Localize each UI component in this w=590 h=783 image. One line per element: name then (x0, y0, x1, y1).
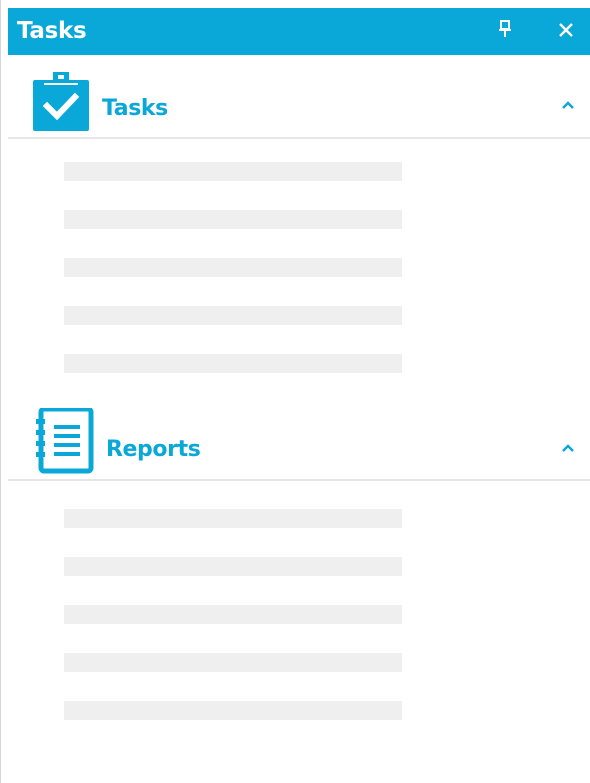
close-icon (559, 23, 573, 37)
section-title-tasks: Tasks (102, 96, 168, 121)
tasks-list (64, 162, 402, 402)
panel-title: Tasks (17, 18, 87, 44)
tasks-panel: Tasks Tasks Reports (0, 0, 590, 783)
section-title-reports: Reports (106, 437, 201, 462)
list-item (64, 258, 402, 277)
chevron-up-icon[interactable] (559, 99, 577, 111)
list-item (64, 701, 402, 720)
close-button[interactable] (554, 18, 578, 42)
chevron-up-icon[interactable] (559, 442, 577, 454)
list-item (64, 653, 402, 672)
panel-titlebar: Tasks (1, 0, 590, 56)
list-item (64, 557, 402, 576)
list-item (64, 509, 402, 528)
notebook-icon (36, 408, 94, 474)
pin-button[interactable] (495, 18, 515, 42)
pin-icon (499, 20, 511, 37)
list-item (64, 210, 402, 229)
list-item (64, 306, 402, 325)
list-item (64, 162, 402, 181)
reports-list (64, 509, 402, 749)
section-header-tasks[interactable]: Tasks (8, 56, 590, 139)
section-header-reports[interactable]: Reports (8, 400, 590, 481)
clipboard-check-icon (33, 72, 89, 131)
list-item (64, 605, 402, 624)
list-item (64, 354, 402, 373)
